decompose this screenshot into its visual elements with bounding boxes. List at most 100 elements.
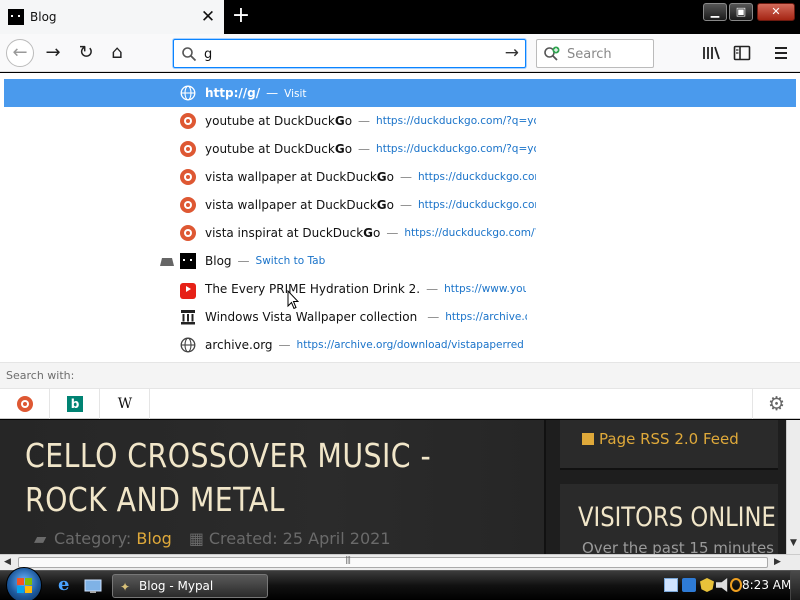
taskbar-button-label: Blog - Mypal: [139, 579, 214, 593]
security-shield-icon[interactable]: [700, 578, 714, 592]
search-engine-wikipedia[interactable]: W: [100, 389, 150, 419]
vertical-scrollbar[interactable]: ▼: [786, 420, 800, 554]
suggestion-url: https://duckduckgo.com: [417, 199, 536, 211]
visitors-title: VISITORS ONLINE: [578, 502, 776, 533]
system-tray: [660, 578, 742, 596]
suggestion-title: youtube at DuckDuck: [205, 114, 335, 128]
wikipedia-icon: W: [117, 396, 133, 412]
autocomplete-search-row[interactable]: youtube at DuckDuckGo — https://duckduckgo…: [4, 107, 796, 135]
separator: —: [358, 142, 371, 156]
separator: —: [426, 282, 439, 296]
youtube-icon: [180, 283, 196, 299]
autocomplete-search-row[interactable]: vista inspirat at DuckDuckGo — https://duc…: [4, 219, 796, 247]
search-with-header: Search with:: [0, 362, 800, 388]
autocomplete-search-row[interactable]: youtube at DuckDuckGo — https://duckduckgo…: [4, 135, 796, 163]
separator: —: [278, 338, 291, 352]
scrollbar-thumb[interactable]: [18, 555, 768, 568]
volume-icon[interactable]: [716, 578, 728, 592]
history-url: https://www.you: [444, 283, 527, 295]
search-settings-gear-icon[interactable]: ⚙: [752, 389, 800, 419]
library-icon[interactable]: [701, 43, 721, 63]
url-input[interactable]: [204, 45, 474, 63]
suggestion-title-rest: o: [373, 226, 381, 240]
show-desktop-button[interactable]: [790, 571, 800, 600]
autocomplete-switch-tab-row[interactable]: Blog — Switch to Tab: [4, 247, 796, 275]
duckduckgo-icon: [17, 396, 33, 412]
action-center-icon[interactable]: [682, 578, 696, 592]
search-tray-icon[interactable]: [730, 578, 742, 592]
url-autocomplete-popup: http://g/— Visit youtube at DuckDuckGo — ht…: [0, 73, 800, 362]
created-date: Created: 25 April 2021: [208, 529, 391, 548]
autocomplete-search-row[interactable]: vista wallpaper at DuckDuckGo — https://du…: [4, 191, 796, 219]
new-tab-button[interactable]: +: [228, 3, 254, 29]
mypal-app-icon: ✦: [120, 580, 131, 594]
separator: —: [266, 86, 279, 100]
globe-icon: [180, 85, 196, 101]
duckduckgo-icon: [180, 197, 196, 213]
minimize-button[interactable]: ▁: [703, 3, 727, 21]
suggestion-title-match: G: [363, 226, 374, 240]
history-title: The Every PRIME Hydration Drink 2.: [205, 282, 421, 296]
history-title: archive.org: [205, 338, 273, 352]
windows-taskbar: e ✦ Blog - Mypal 8:23 AM: [0, 567, 800, 600]
autocomplete-visit-row[interactable]: http://g/ — Visit: [4, 79, 796, 107]
history-url: https://archive.o: [445, 311, 528, 323]
search-engine-icon[interactable]: [543, 46, 561, 62]
search-with-label: Search with:: [6, 369, 75, 382]
suggestion-title-rest: o: [344, 142, 353, 156]
globe-icon: [180, 337, 196, 353]
search-input[interactable]: [567, 45, 647, 63]
go-arrow-icon[interactable]: →: [505, 43, 519, 63]
one-off-search-bar: b W ⚙: [0, 388, 800, 419]
suggestion-url: https://duckduckgo.com/?q=you: [376, 115, 537, 127]
forward-button[interactable]: →: [39, 39, 67, 67]
switch-row-title: Blog: [205, 254, 232, 268]
autocomplete-history-row[interactable]: archive.org — https://archive.org/download…: [4, 331, 796, 359]
back-button[interactable]: ←: [6, 39, 34, 67]
internet-explorer-icon[interactable]: e: [58, 576, 76, 595]
start-button[interactable]: [6, 567, 42, 600]
separator: —: [358, 114, 371, 128]
suggestion-title-rest: o: [386, 170, 394, 184]
suggestion-title: vista inspirat at DuckDuck: [205, 226, 364, 240]
network-icon[interactable]: [664, 578, 678, 592]
tab-blog[interactable]: Blog ✕: [0, 0, 224, 34]
history-title: Windows Vista Wallpaper collection: [205, 310, 418, 324]
search-bar[interactable]: [536, 39, 654, 68]
separator: —: [386, 226, 399, 240]
home-button[interactable]: ⌂: [103, 39, 131, 67]
windows-logo-icon: [17, 578, 33, 594]
navigation-toolbar: ← → ↻ ⌂ →: [0, 34, 800, 72]
scroll-left-arrow-icon[interactable]: ◀: [4, 557, 11, 567]
suggestion-url: https://duckduckgo.com/?q=you: [376, 143, 537, 155]
category-link[interactable]: Blog: [136, 529, 171, 548]
suggestion-title: vista wallpaper at DuckDuck: [205, 170, 377, 184]
duckduckgo-icon: [180, 113, 196, 129]
duckduckgo-icon: [180, 141, 196, 157]
duckduckgo-icon: [180, 225, 196, 241]
article-meta: ▰ Category: Blog ▦ Created: 25 April 2021: [34, 529, 391, 548]
sidebar-toggle-icon[interactable]: [732, 43, 752, 63]
autocomplete-history-row[interactable]: Windows Vista Wallpaper collection — https…: [4, 303, 796, 331]
show-desktop-icon[interactable]: [84, 577, 102, 595]
scroll-down-arrow-icon[interactable]: ▼: [790, 538, 797, 548]
search-engine-duckduckgo[interactable]: [0, 389, 50, 419]
reload-button[interactable]: ↻: [72, 39, 100, 67]
suggestion-title: youtube at DuckDuck: [205, 142, 335, 156]
rss-feed-link[interactable]: Page RSS 2.0 Feed: [582, 430, 739, 448]
scroll-right-arrow-icon[interactable]: ▶: [774, 557, 781, 567]
visit-action-label: Visit: [284, 88, 307, 100]
tab-close-icon[interactable]: ✕: [198, 7, 218, 27]
hamburger-menu-icon[interactable]: [771, 43, 791, 63]
autocomplete-search-row[interactable]: vista wallpaper at DuckDuckGo — https://du…: [4, 163, 796, 191]
autocomplete-history-row[interactable]: The Every PRIME Hydration Drink 2. — https…: [4, 275, 796, 303]
search-engine-bing[interactable]: b: [50, 389, 100, 419]
maximize-button[interactable]: ▣: [729, 3, 753, 21]
url-bar[interactable]: →: [173, 39, 526, 68]
taskbar-clock[interactable]: 8:23 AM: [742, 578, 791, 592]
tab-strip: Blog ✕ + ▁ ▣ ✕: [0, 0, 800, 34]
history-url: https://archive.org/download/vistapaperr…: [296, 339, 523, 351]
taskbar-button-mypal[interactable]: ✦ Blog - Mypal: [112, 574, 268, 598]
close-window-button[interactable]: ✕: [757, 3, 795, 21]
horizontal-scrollbar[interactable]: ◀ ▶: [0, 554, 800, 570]
